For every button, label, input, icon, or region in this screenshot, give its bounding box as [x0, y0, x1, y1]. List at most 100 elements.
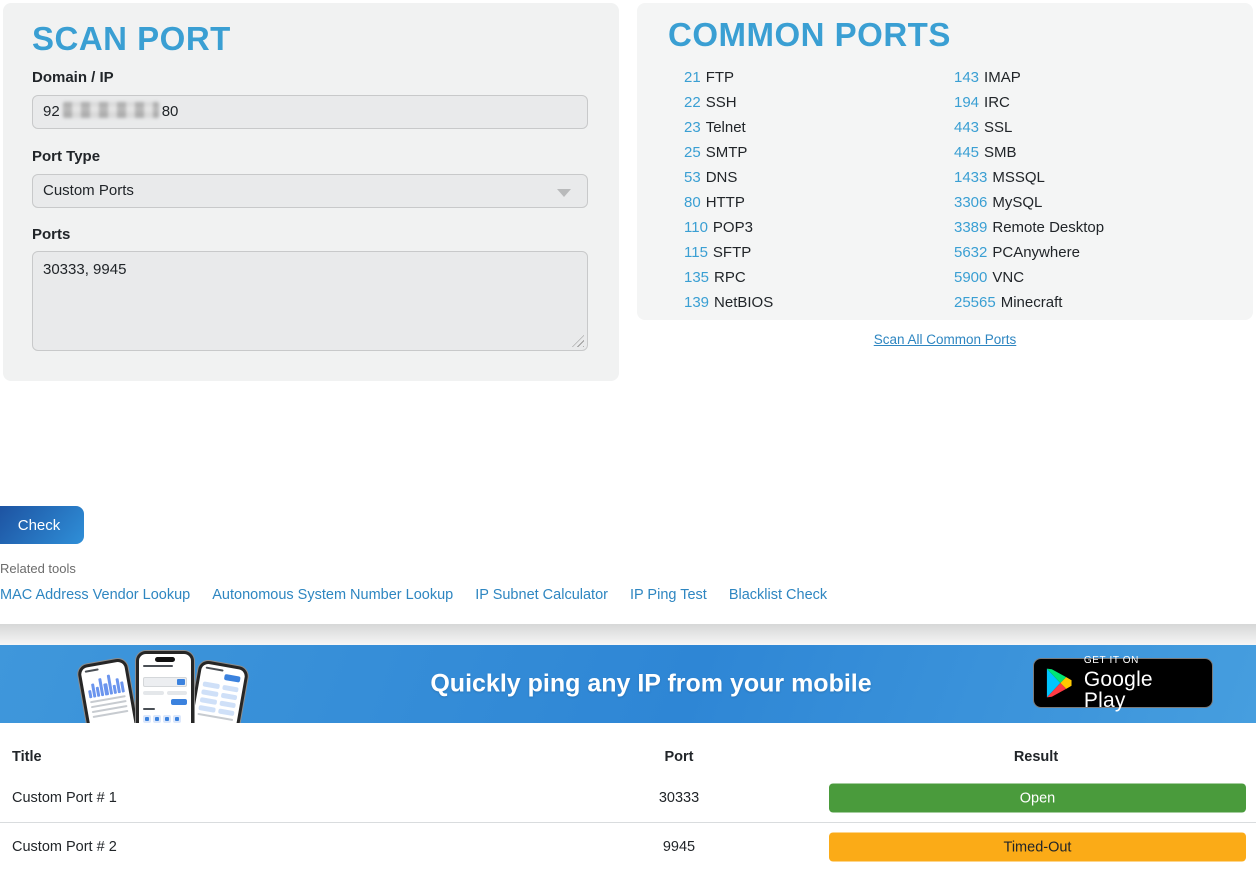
scan-all-common-ports-link[interactable]: Scan All Common Ports	[874, 332, 1017, 347]
port-number: 1433	[954, 169, 987, 186]
common-port-item: 23 Telnet	[684, 115, 773, 140]
phone-left-image	[77, 657, 144, 723]
google-play-icon	[1046, 668, 1073, 698]
port-number: 5900	[954, 269, 987, 286]
common-ports-title: COMMON PORTS	[668, 16, 951, 54]
common-port-item: 3306 MySQL	[954, 190, 1104, 215]
get-it-on-label: GET IT ON	[1084, 656, 1200, 666]
common-port-item: 25565 Minecraft	[954, 290, 1104, 315]
common-port-item: 194IRC	[954, 90, 1104, 115]
port-number: 143	[954, 69, 979, 86]
common-port-item: 443 SSL	[954, 115, 1104, 140]
related-tools-heading: Related tools	[0, 561, 76, 576]
redacted-ip-blur	[63, 102, 159, 118]
related-tool-link[interactable]: IP Subnet Calculator	[475, 587, 608, 603]
port-number: 80	[684, 194, 701, 211]
port-name: SSH	[706, 94, 737, 111]
port-name: HTTP	[706, 194, 745, 211]
section-divider-strip	[0, 624, 1256, 645]
port-number: 5632	[954, 244, 987, 261]
port-name: IMAP	[984, 69, 1021, 86]
chevron-down-icon	[557, 189, 571, 197]
port-number: 25	[684, 144, 701, 161]
domain-ip-value-suffix: 80	[162, 103, 179, 120]
port-type-select[interactable]: Custom Ports	[32, 174, 588, 208]
common-port-item: 5900 VNC	[954, 265, 1104, 290]
port-name: POP3	[713, 219, 753, 236]
common-ports-column-2: 143 IMAP 194IRC 443 SSL 445 SMB 1433 MSSQL 3306 My…	[954, 65, 1104, 315]
port-name: VNC	[992, 269, 1024, 286]
port-name: NetBIOS	[714, 294, 773, 311]
port-name: PCAnywhere	[992, 244, 1080, 261]
port-name: MSSQL	[992, 169, 1045, 186]
table-row: Custom Port # 1 30333 Open	[0, 774, 1256, 822]
ports-value: 30333, 9945	[43, 261, 126, 278]
port-name: Telnet	[706, 119, 746, 136]
google-play-text: GET IT ON Google Play	[1084, 656, 1200, 711]
common-port-item: 135 RPC	[684, 265, 773, 290]
port-number: 139	[684, 294, 709, 311]
port-number: 3306	[954, 194, 987, 211]
port-name: MySQL	[992, 194, 1042, 211]
port-number: 443	[954, 119, 979, 136]
common-port-item: 143 IMAP	[954, 65, 1104, 90]
common-port-item: 115SFTP	[684, 240, 773, 265]
google-play-badge[interactable]: GET IT ON Google Play	[1033, 658, 1213, 708]
port-name: SSL	[984, 119, 1012, 136]
port-name: SMB	[984, 144, 1017, 161]
row-title: Custom Port # 1	[12, 790, 117, 806]
common-port-item: 5632 PCAnywhere	[954, 240, 1104, 265]
related-tool-link[interactable]: Blacklist Check	[729, 587, 827, 603]
scan-port-title: SCAN PORT	[32, 20, 231, 58]
row-port: 9945	[663, 839, 695, 855]
result-badge: Open	[829, 784, 1246, 813]
port-name: RPC	[714, 269, 746, 286]
port-number: 23	[684, 119, 701, 136]
check-button[interactable]: Check	[0, 506, 84, 544]
port-number: 22	[684, 94, 701, 111]
mobile-app-banner: Quickly ping any IP from your mobile GET…	[0, 645, 1256, 723]
port-name: SMTP	[706, 144, 748, 161]
ports-textarea[interactable]: 30333, 9945	[32, 251, 588, 351]
related-tool-link[interactable]: IP Ping Test	[630, 587, 707, 603]
port-number: 135	[684, 269, 709, 286]
resize-handle-icon[interactable]	[572, 335, 584, 347]
column-header-title: Title	[12, 749, 42, 765]
port-name: Remote Desktop	[992, 219, 1104, 236]
common-port-item: 1433 MSSQL	[954, 165, 1104, 190]
port-number: 445	[954, 144, 979, 161]
port-name: SFTP	[713, 244, 751, 261]
common-port-item: 25 SMTP	[684, 140, 773, 165]
domain-ip-label: Domain / IP	[32, 69, 114, 86]
domain-ip-value-prefix: 92	[43, 103, 60, 120]
result-badge: Timed-Out	[829, 833, 1246, 862]
port-type-label: Port Type	[32, 148, 100, 165]
common-port-item: 445 SMB	[954, 140, 1104, 165]
related-tools-links: MAC Address Vendor Lookup Autonomous Syst…	[0, 587, 827, 603]
port-name: Minecraft	[1001, 294, 1063, 311]
port-number: 3389	[954, 219, 987, 236]
phone-notch	[155, 657, 175, 662]
google-play-label: Google Play	[1084, 669, 1200, 711]
domain-ip-input[interactable]: 92 80	[32, 95, 588, 129]
ports-label: Ports	[32, 226, 70, 243]
scan-port-panel: SCAN PORT Domain / IP 92 80 Port Type Cus…	[3, 3, 619, 381]
row-port: 30333	[659, 790, 699, 806]
common-port-item: 80 HTTP	[684, 190, 773, 215]
common-port-item: 53DNS	[684, 165, 773, 190]
phone-mockups-image	[85, 650, 243, 723]
column-header-result: Result	[1014, 749, 1058, 765]
row-title: Custom Port # 2	[12, 839, 117, 855]
port-number: 25565	[954, 294, 996, 311]
scan-all-wrap: Scan All Common Ports	[637, 331, 1253, 349]
port-name: DNS	[706, 169, 738, 186]
common-ports-column-1: 21FTP22SSH23Telnet25SMTP53DNS80HTTP110PO…	[684, 65, 773, 315]
port-name: FTP	[706, 69, 734, 86]
port-number: 194	[954, 94, 979, 111]
phone-middle-image	[136, 651, 194, 723]
port-number: 21	[684, 69, 701, 86]
related-tool-link[interactable]: MAC Address Vendor Lookup	[0, 587, 190, 603]
related-tool-link[interactable]: Autonomous System Number Lookup	[212, 587, 453, 603]
common-port-item: 139 NetBIOS	[684, 290, 773, 315]
common-port-item: 3389 Remote Desktop	[954, 215, 1104, 240]
